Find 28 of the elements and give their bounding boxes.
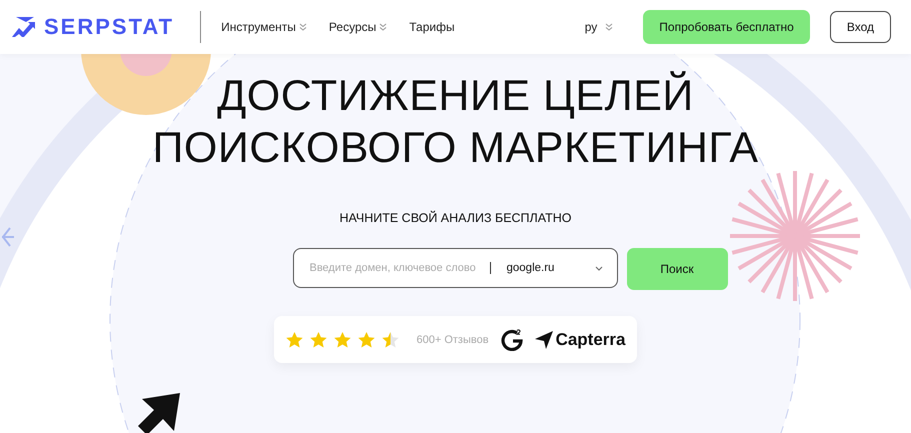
nav-link[interactable]: Инструменты bbox=[221, 20, 307, 34]
chevron-icon bbox=[379, 23, 388, 31]
chevron-icon bbox=[594, 266, 602, 270]
star-icon bbox=[286, 332, 302, 348]
trial-button[interactable]: Попробовать бесплатно bbox=[643, 10, 810, 44]
nav-link[interactable]: Тарифы bbox=[409, 20, 455, 34]
nav-link[interactable]: Ресурсы bbox=[328, 20, 388, 34]
chevron-icon bbox=[298, 23, 307, 31]
chevron-icon bbox=[605, 23, 614, 31]
reviews-count: 600+ Отзывов bbox=[416, 334, 489, 346]
g-logo-icon bbox=[500, 328, 523, 350]
engine-dropdown[interactable]: google.ru bbox=[506, 262, 602, 274]
star-icon bbox=[334, 332, 350, 348]
arrow-left-icon bbox=[2, 227, 14, 247]
login-button[interactable]: Вход bbox=[830, 11, 891, 43]
capterra-logo-text: Capterra bbox=[556, 330, 626, 350]
star-icon bbox=[310, 332, 326, 348]
paper-plane-icon bbox=[534, 330, 553, 348]
hero-title: ДОСТИЖЕНИЕ ЦЕЛЕЙ ПОИСКОВОГО МАРКЕТИНГА bbox=[152, 70, 758, 174]
search-field[interactable]: Введите домен, ключевое слово google.ru bbox=[292, 248, 618, 288]
star-icon bbox=[382, 332, 398, 348]
hero-subtitle: НАЧНИТЕ СВОЙ АНАЛИЗ БЕСПЛАТНО bbox=[340, 211, 572, 225]
language-selector[interactable]: ру bbox=[584, 20, 614, 34]
star-icon bbox=[358, 332, 374, 348]
search-button[interactable]: Поиск bbox=[626, 248, 728, 290]
logo-text: SERPSTAT bbox=[44, 14, 174, 40]
arrow-icon bbox=[138, 393, 180, 433]
logo-icon bbox=[12, 17, 38, 37]
